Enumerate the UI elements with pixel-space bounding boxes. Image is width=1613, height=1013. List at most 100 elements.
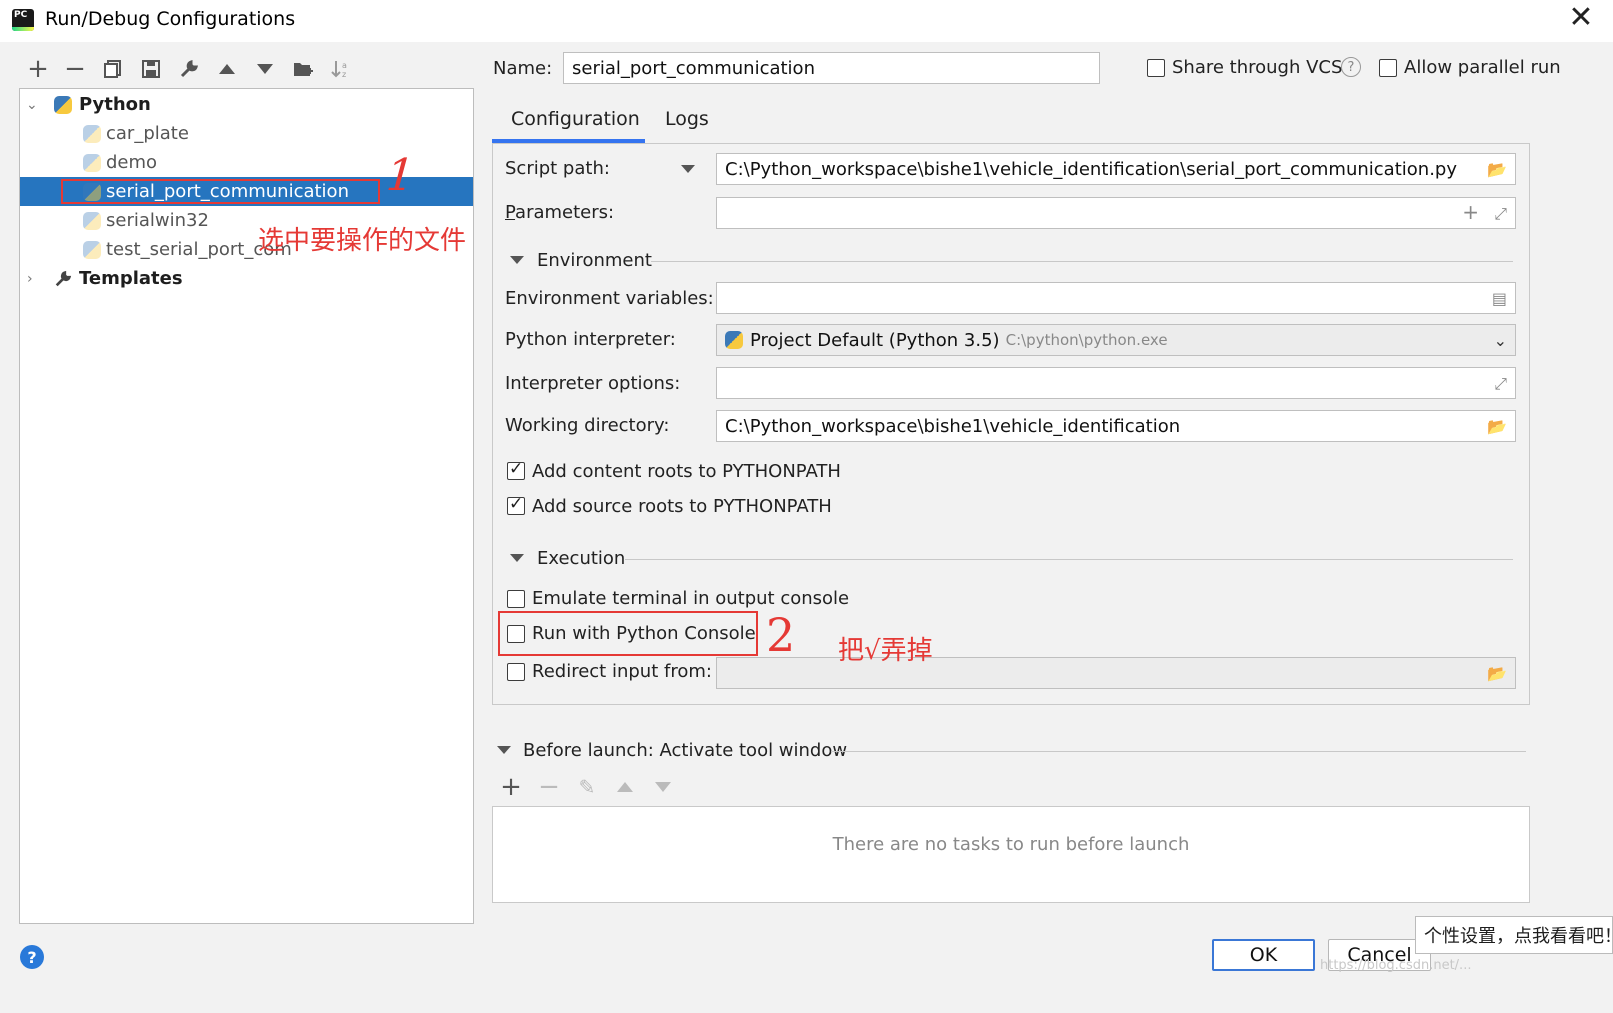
add-parameter-icon[interactable]: + [1462,200,1479,224]
interpreter-path: C:\python\python.exe [1005,331,1168,349]
section-divider [831,751,1526,752]
folder-browse-icon[interactable]: 📂 [1487,417,1507,436]
environment-collapse-icon[interactable] [510,256,524,264]
script-path-label: Script path: [505,158,610,179]
edit-list-icon[interactable]: ▤ [1492,289,1507,308]
tree-node-label: Python [79,94,151,115]
emulate-terminal-label[interactable]: Emulate terminal in output console [532,588,849,609]
interp-options-input[interactable]: ⤢ [716,367,1516,399]
help-icon[interactable]: ? [1341,57,1361,77]
move-up-icon[interactable] [215,58,239,80]
expand-icon[interactable]: ⤢ [1494,204,1507,224]
python-icon [725,331,743,349]
chevron-right-icon[interactable]: › [27,271,33,287]
working-dir-input[interactable]: C:\Python_workspace\bishe1\vehicle_ident… [716,410,1516,442]
annotation-box-2 [498,611,758,656]
script-path-dropdown-icon[interactable] [681,165,695,173]
python-file-icon [83,240,101,259]
interp-options-label: Interpreter options: [505,373,681,394]
ok-button[interactable]: OK [1212,939,1315,971]
redirect-input-label[interactable]: Redirect input from: [532,661,712,682]
folder-icon[interactable] [291,58,315,80]
save-icon[interactable] [139,58,163,80]
env-vars-input[interactable]: ▤ [716,282,1516,314]
python-file-icon [83,124,101,143]
empty-tasks-text: There are no tasks to run before launch [832,834,1190,855]
tree-node-python[interactable]: ⌄ Python [20,90,473,119]
name-label: Name: [493,58,553,79]
emulate-terminal-checkbox[interactable] [507,590,525,608]
tree-node-label: Templates [79,268,183,289]
parameters-label: Parameters: [505,202,615,223]
folder-browse-icon[interactable]: 📂 [1487,160,1507,179]
task-down-icon [651,776,675,798]
task-up-icon [613,776,637,798]
tree-item-label: demo [106,152,158,173]
window-title: Run/Debug Configurations [45,8,296,30]
section-divider [625,559,1513,560]
add-icon[interactable]: + [26,54,50,84]
svg-text:z: z [342,70,346,79]
interpreter-value: Project Default (Python 3.5) [750,329,1000,351]
annotation-note-2: 把√弄掉 [838,636,933,666]
before-launch-title[interactable]: Before launch: Activate tool window [523,740,847,761]
add-task-icon[interactable]: + [499,772,523,802]
content-roots-label[interactable]: Add content roots to PYTHONPATH [532,461,841,482]
redirect-input-field: 📂 [716,657,1516,689]
svg-text:a: a [342,61,347,70]
script-path-value: C:\Python_workspace\bishe1\vehicle_ident… [725,158,1457,180]
environment-section-title[interactable]: Environment [537,250,652,271]
pycharm-app-icon: PC [12,9,34,31]
annotation-note-1: 选中要操作的文件 [258,226,467,256]
remove-icon[interactable]: − [63,54,87,84]
env-vars-label: Environment variables: [505,288,714,309]
configuration-tree[interactable]: ⌄ Python car_plate demo serial_port_comm… [19,88,474,924]
chevron-down-icon[interactable]: ⌄ [26,97,38,113]
chevron-down-icon[interactable]: ⌄ [1494,331,1507,350]
edit-task-icon: ✎ [578,775,596,799]
close-icon[interactable]: ✕ [1568,3,1594,33]
tree-item-label: serialwin32 [106,210,209,231]
copy-icon[interactable] [101,58,125,80]
tree-node-templates[interactable]: › Templates [20,264,473,293]
wrench-icon [54,270,72,288]
execution-collapse-icon[interactable] [510,554,524,562]
name-input[interactable]: serial_port_communication [563,52,1100,84]
help-icon[interactable]: ? [20,945,44,969]
python-file-icon [83,153,101,172]
allow-parallel-label[interactable]: Allow parallel run [1404,57,1561,78]
tooltip-popup[interactable]: 个性设置，点我看看吧！ [1415,916,1613,954]
section-divider [651,261,1513,262]
watermark-text: https://blog.csdn.net/... [1320,958,1472,973]
allow-parallel-checkbox[interactable] [1379,59,1397,77]
source-roots-label[interactable]: Add source roots to PYTHONPATH [532,496,832,517]
content-roots-checkbox[interactable] [507,459,525,480]
execution-section-title[interactable]: Execution [537,548,625,569]
tab-configuration[interactable]: Configuration [511,108,640,130]
share-vcs-label[interactable]: Share through VCS [1172,57,1342,78]
interpreter-select[interactable]: Project Default (Python 3.5) C:\python\p… [716,324,1516,356]
annotation-box-1 [61,179,380,204]
parameters-label-rest: arameters: [515,202,615,223]
tree-item-label: car_plate [106,123,189,144]
parameters-input[interactable]: + ⤢ [716,197,1516,229]
python-file-icon [83,211,101,230]
wrench-icon[interactable] [177,58,201,80]
source-roots-checkbox[interactable] [507,494,525,515]
working-dir-label: Working directory: [505,415,670,436]
share-vcs-checkbox[interactable] [1147,59,1165,77]
annotation-marker-2: 2 [766,608,796,662]
folder-browse-icon: 📂 [1487,664,1507,683]
move-down-icon[interactable] [253,58,277,80]
expand-icon[interactable]: ⤢ [1494,374,1507,394]
redirect-input-checkbox[interactable] [507,663,525,681]
script-path-input[interactable]: C:\Python_workspace\bishe1\vehicle_ident… [716,153,1516,185]
tab-logs[interactable]: Logs [665,108,709,130]
python-icon [54,95,72,114]
interpreter-label: Python interpreter: [505,329,676,350]
sort-icon[interactable]: az [329,58,353,80]
before-launch-task-list[interactable]: There are no tasks to run before launch [492,806,1530,903]
remove-task-icon: − [538,772,560,802]
before-launch-collapse-icon[interactable] [497,746,511,754]
tree-item-car-plate[interactable]: car_plate [20,119,473,148]
